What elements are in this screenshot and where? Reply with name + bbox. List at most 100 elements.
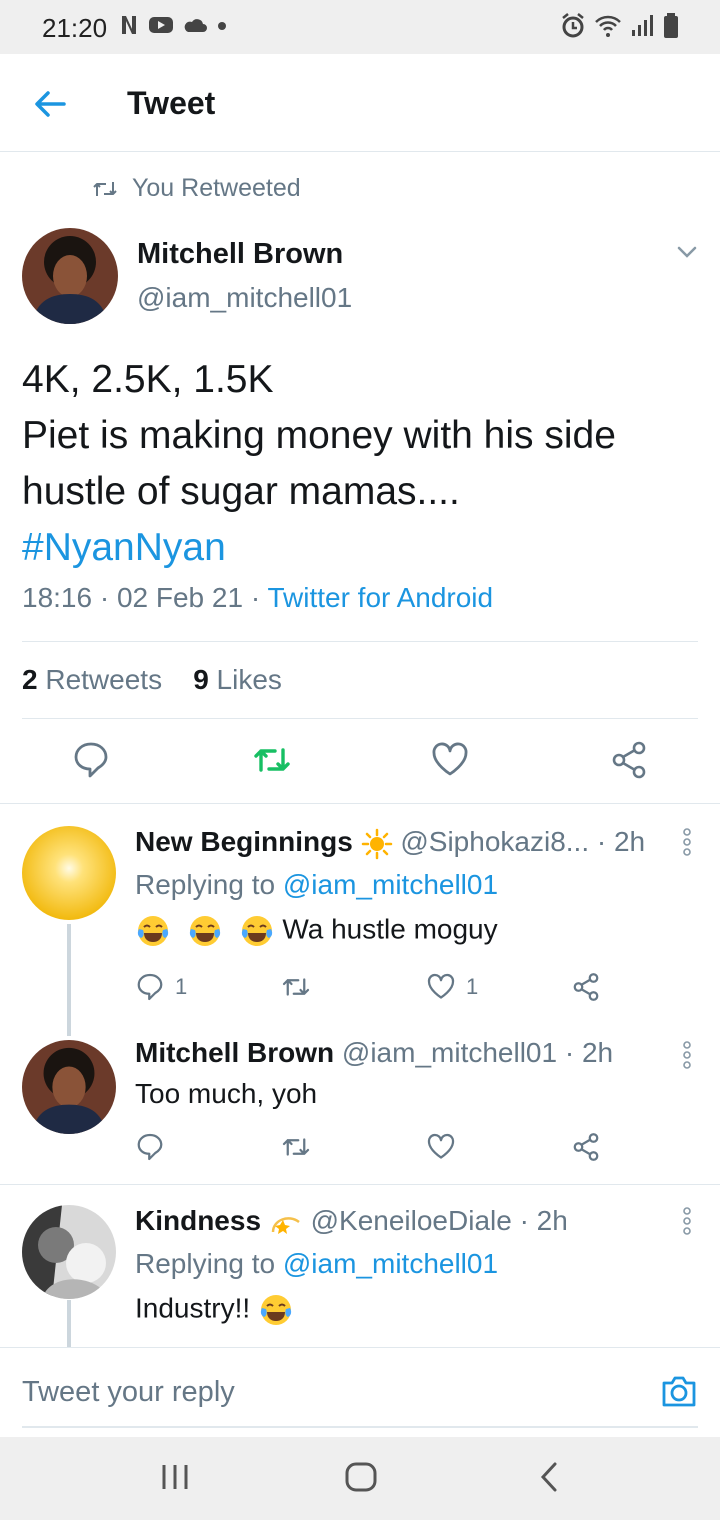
replying-to-link[interactable]: @iam_mitchell01 bbox=[283, 1248, 498, 1279]
retweet-context-label: You Retweeted bbox=[132, 174, 301, 202]
chevron-down-icon[interactable] bbox=[676, 244, 698, 260]
reply-count: 1 bbox=[175, 974, 188, 999]
reply-header: Kindness @KeneiloeDiale · 2h bbox=[135, 1205, 568, 1240]
reply-header: New Beginnings @Siphokazi8... · 2h bbox=[135, 826, 645, 860]
tweet-text: 4K, 2.5K, 1.5K Piet is making money with… bbox=[22, 352, 712, 576]
reply-composer: Tweet your reply bbox=[0, 1347, 720, 1437]
likes-label: Likes bbox=[208, 664, 282, 695]
hashtag-link[interactable]: #NyanNyan bbox=[22, 520, 712, 576]
share-button[interactable] bbox=[571, 972, 601, 1002]
tweet-actions bbox=[0, 740, 720, 786]
share-icon bbox=[573, 1133, 599, 1161]
status-time: 21:20 bbox=[42, 13, 108, 43]
tweet-text-line: hustle of sugar mamas.... bbox=[22, 470, 460, 513]
tweet-text-line: Piet is making money with his side bbox=[22, 414, 616, 457]
author-handle[interactable]: @iam_mitchell01 bbox=[137, 282, 352, 314]
likes-count: 9 bbox=[193, 664, 209, 695]
recent-apps-icon[interactable] bbox=[160, 1459, 190, 1495]
like-button[interactable] bbox=[426, 1132, 456, 1162]
reply-text: Industry!! bbox=[135, 1292, 294, 1328]
reply-icon bbox=[137, 1133, 163, 1161]
reply-text-content: Industry!! bbox=[135, 1292, 251, 1324]
divider bbox=[22, 641, 698, 642]
reply-text: Wa hustle moguy bbox=[135, 913, 498, 949]
reply-handle: @KeneiloeDiale · 2h bbox=[310, 1205, 568, 1236]
retweets-stat[interactable]: 2 Retweets bbox=[22, 664, 162, 695]
app-bar: Tweet bbox=[0, 54, 720, 152]
author-avatar-image bbox=[22, 1040, 116, 1134]
retweets-label: Retweets bbox=[37, 664, 163, 695]
status-bar: 21:20 bbox=[0, 0, 720, 54]
battery-icon bbox=[664, 13, 678, 38]
tweet-text-line: 4K, 2.5K, 1.5K bbox=[22, 358, 274, 401]
likes-stat[interactable]: 9 Likes bbox=[193, 664, 282, 695]
avatar[interactable] bbox=[22, 228, 118, 324]
more-options-icon[interactable] bbox=[682, 1207, 692, 1235]
dot-icon bbox=[218, 22, 226, 30]
like-count: 1 bbox=[466, 974, 479, 999]
home-icon[interactable] bbox=[344, 1459, 378, 1495]
reply-input[interactable]: Tweet your reply bbox=[22, 1376, 235, 1409]
reply-button[interactable] bbox=[135, 1132, 165, 1162]
status-notification-icons bbox=[118, 14, 228, 36]
retweet-icon bbox=[282, 1138, 310, 1156]
sun-avatar-image bbox=[22, 826, 116, 920]
reply-text-content: Wa hustle moguy bbox=[282, 913, 498, 945]
reply-button[interactable]: 1 bbox=[135, 972, 187, 1002]
divider bbox=[0, 1184, 720, 1185]
status-system-icons bbox=[560, 12, 680, 40]
heart-icon bbox=[427, 973, 455, 999]
retweet-button-icon[interactable] bbox=[252, 740, 292, 780]
reply-icon[interactable] bbox=[73, 740, 109, 780]
reply-author-name[interactable]: New Beginnings bbox=[135, 826, 353, 857]
retweet-icon bbox=[282, 978, 310, 996]
reply-text-content: Too much, yoh bbox=[135, 1078, 318, 1109]
heart-icon[interactable] bbox=[431, 740, 469, 780]
reply-icon bbox=[137, 973, 163, 1001]
divider bbox=[22, 718, 698, 719]
share-button[interactable] bbox=[571, 1132, 601, 1162]
reply-actions: 1 1 bbox=[0, 972, 720, 1002]
tweet-meta: 18:16 · 02 Feb 21 · Twitter for Android bbox=[22, 582, 493, 614]
camera-icon[interactable] bbox=[660, 1374, 698, 1410]
divider bbox=[0, 803, 720, 804]
tears-of-joy-emoji-icon bbox=[241, 916, 272, 946]
share-icon[interactable] bbox=[610, 740, 648, 780]
author-avatar-image bbox=[22, 228, 118, 324]
replying-to-link[interactable]: @iam_mitchell01 bbox=[283, 869, 498, 900]
tears-of-joy-emoji-icon bbox=[189, 916, 220, 946]
youtube-icon bbox=[149, 17, 173, 33]
like-button[interactable]: 1 bbox=[426, 972, 478, 1002]
reply-handle: @iam_mitchell01 · 2h bbox=[341, 1037, 614, 1068]
more-options-icon[interactable] bbox=[682, 1041, 692, 1069]
netflix-icon bbox=[122, 16, 136, 34]
tears-of-joy-emoji-icon bbox=[137, 916, 169, 946]
dizzy-emoji-icon bbox=[271, 1216, 300, 1234]
retweet-button[interactable] bbox=[280, 1132, 312, 1162]
reply-author-name[interactable]: Mitchell Brown bbox=[135, 1037, 334, 1068]
reply-input-underline bbox=[22, 1426, 698, 1428]
back-nav-icon[interactable] bbox=[536, 1459, 562, 1495]
avatar[interactable] bbox=[22, 826, 116, 920]
alarm-icon bbox=[562, 13, 584, 38]
wifi-icon bbox=[595, 15, 621, 37]
tweet-timestamp: 18:16 · 02 Feb 21 · bbox=[22, 582, 268, 613]
avatar[interactable] bbox=[22, 1205, 116, 1299]
author-name[interactable]: Mitchell Brown bbox=[137, 238, 343, 271]
replying-to: Replying to @iam_mitchell01 bbox=[135, 869, 498, 901]
tears-of-joy-emoji-icon bbox=[260, 1295, 292, 1325]
retweet-context: You Retweeted bbox=[92, 174, 301, 203]
more-options-icon[interactable] bbox=[682, 828, 692, 856]
retweet-button[interactable] bbox=[280, 972, 312, 1002]
kindness-avatar-image bbox=[22, 1205, 116, 1299]
thread-line bbox=[67, 1300, 71, 1347]
retweets-count: 2 bbox=[22, 664, 38, 695]
tweet-stats: 2 Retweets 9 Likes bbox=[22, 664, 282, 696]
back-arrow-icon[interactable] bbox=[30, 84, 70, 124]
avatar[interactable] bbox=[22, 1040, 116, 1134]
reply-header: Mitchell Brown @iam_mitchell01 · 2h bbox=[135, 1037, 613, 1069]
tweet-source-link[interactable]: Twitter for Android bbox=[267, 582, 493, 613]
reply-author-name[interactable]: Kindness bbox=[135, 1205, 261, 1236]
reply-handle: @Siphokazi8... · 2h bbox=[400, 826, 646, 857]
share-icon bbox=[573, 973, 599, 1001]
